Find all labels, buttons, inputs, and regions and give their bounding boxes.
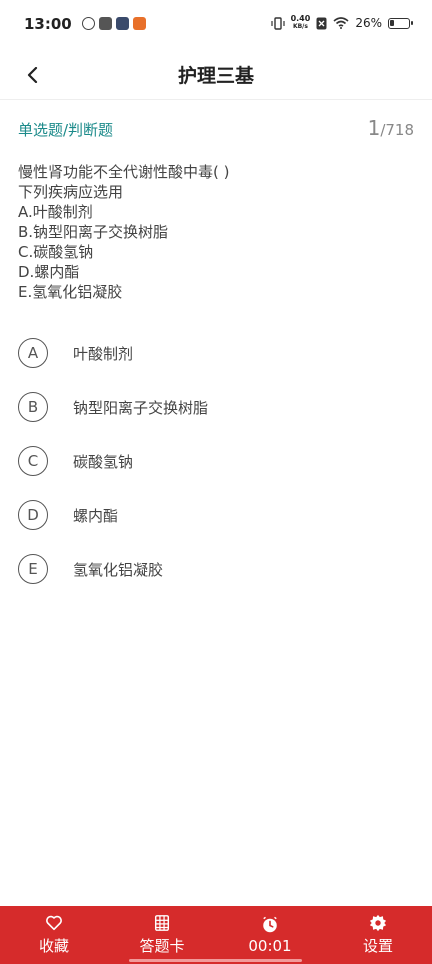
bottom-bar: 收藏 答题卡 00:01 设置	[0, 906, 432, 964]
vibrate-icon	[270, 16, 285, 30]
timer-button[interactable]: 00:01	[216, 906, 324, 964]
option-letter: B	[18, 392, 48, 422]
sim-off-icon	[316, 17, 327, 29]
status-bar: 13:00 0.40 KB/s 26%	[0, 0, 432, 50]
answer-card-label: 答题卡	[139, 937, 185, 955]
options-list: A 叶酸制剂 B 钠型阳离子交换树脂 C 碳酸氢钠 D 螺内酯 E 氢氧化铝凝胶	[18, 326, 414, 596]
gear-icon	[369, 914, 387, 932]
answer-card-button[interactable]: 答题卡	[108, 906, 216, 964]
page-title: 护理三基	[177, 65, 254, 87]
grid-icon	[154, 915, 170, 931]
active-tab-indicator	[129, 959, 302, 962]
option-text: 碳酸氢钠	[73, 452, 134, 471]
timer-label: 00:01	[248, 936, 292, 955]
question-type: 单选题/判断题	[18, 121, 114, 139]
question-line: 下列疾病应选用	[18, 183, 124, 201]
favorite-button[interactable]: 收藏	[0, 906, 108, 964]
option-a[interactable]: A 叶酸制剂	[18, 326, 414, 380]
question-line: 慢性肾功能不全代谢性酸中毒( )	[18, 163, 230, 181]
option-b[interactable]: B 钠型阳离子交换树脂	[18, 380, 414, 434]
option-d[interactable]: D 螺内酯	[18, 488, 414, 542]
option-text: 叶酸制剂	[73, 344, 134, 363]
clock-icon	[263, 916, 277, 932]
option-letter: D	[18, 500, 48, 530]
app-notification-icon	[82, 17, 95, 30]
option-letter: A	[18, 338, 48, 368]
option-c[interactable]: C 碳酸氢钠	[18, 434, 414, 488]
status-time: 13:00	[24, 15, 72, 33]
net-speed: 0.40 KB/s	[290, 14, 311, 31]
heart-icon	[46, 915, 62, 931]
battery-level	[390, 19, 394, 26]
app-notification-icon	[133, 17, 146, 30]
option-text: 氢氧化铝凝胶	[73, 560, 164, 579]
notification-icons	[82, 17, 146, 30]
question-line: D.螺内酯	[18, 263, 80, 281]
question-counter: 1/718	[368, 116, 414, 140]
question-total: /718	[380, 121, 414, 139]
header: 护理三基	[0, 50, 432, 100]
question-line: C.碳酸氢钠	[18, 243, 94, 261]
question-line: A.叶酸制剂	[18, 203, 93, 221]
settings-label: 设置	[362, 937, 393, 955]
option-text: 钠型阳离子交换树脂	[73, 398, 209, 417]
question-current: 1	[367, 116, 381, 140]
option-letter: E	[18, 554, 48, 584]
question-line: E.氢氧化铝凝胶	[18, 283, 123, 301]
question-text: 慢性肾功能不全代谢性酸中毒( ) 下列疾病应选用 A.叶酸制剂 B.钠型阳离子交…	[18, 162, 414, 302]
app-notification-icon	[99, 17, 112, 30]
option-letter: C	[18, 446, 48, 476]
battery-percent: 26%	[355, 16, 382, 30]
option-text: 螺内酯	[73, 506, 119, 525]
wifi-icon	[333, 17, 349, 29]
favorite-label: 收藏	[38, 937, 69, 955]
app-notification-icon	[116, 17, 129, 30]
question-line: B.钠型阳离子交换树脂	[18, 223, 169, 241]
battery-icon	[388, 17, 413, 29]
option-e[interactable]: E 氢氧化铝凝胶	[18, 542, 414, 596]
status-right: 0.40 KB/s 26%	[270, 14, 413, 31]
settings-button[interactable]: 设置	[324, 906, 432, 964]
